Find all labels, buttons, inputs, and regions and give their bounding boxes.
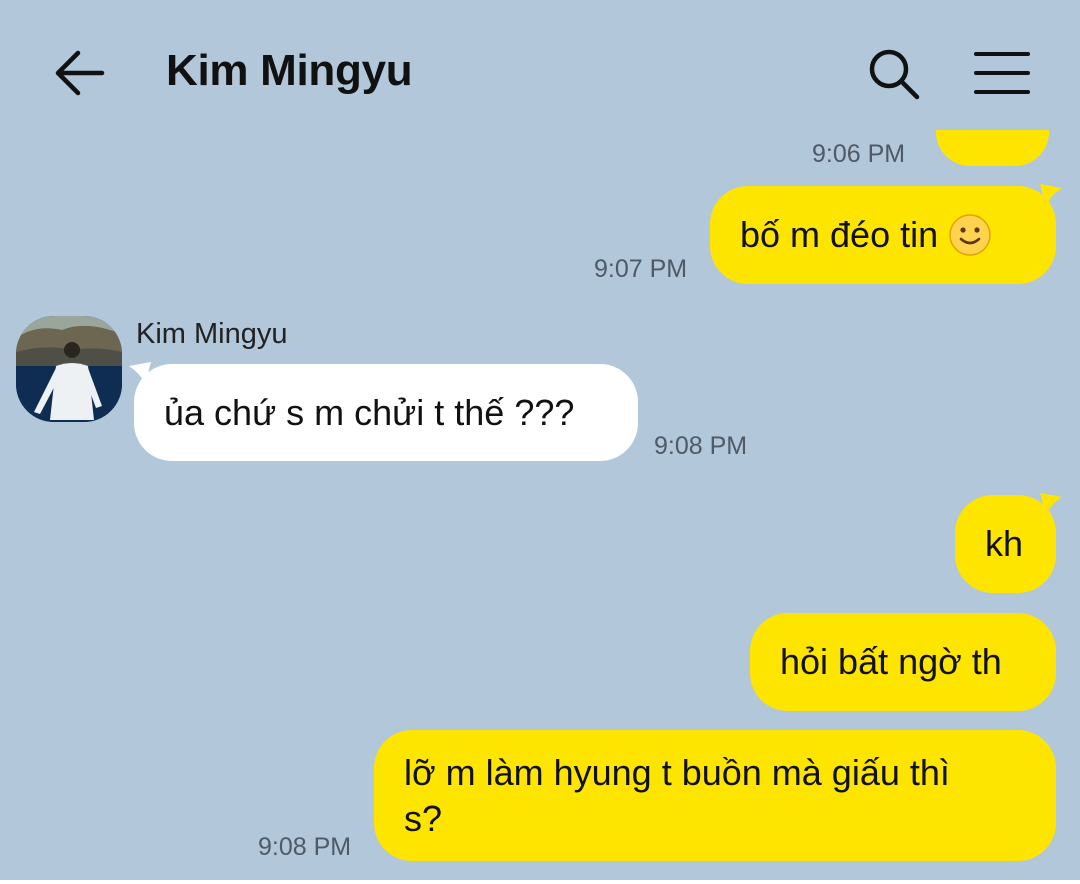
message-timestamp: 9:08 PM: [258, 833, 352, 861]
avatar-photo: [16, 316, 122, 422]
message-bubble-theirs[interactable]: ủa chứ s m chửi t thế ???: [134, 364, 638, 461]
bubble-tail: [129, 362, 151, 384]
back-arrow-icon[interactable]: [52, 48, 106, 98]
message-timestamp: 9:07 PM: [594, 255, 688, 283]
message-text: hỏi bất ngờ th: [780, 641, 1002, 682]
message-bubble-mine[interactable]: lỡ m làm hyung t buồn mà giấu thì s?: [374, 730, 1056, 861]
bubble-tail: [1040, 184, 1062, 206]
message-text-line: s?: [404, 797, 443, 839]
sender-name: Kim Mingyu: [136, 318, 288, 350]
bubble-tail: [1040, 493, 1062, 515]
avatar[interactable]: [16, 316, 122, 422]
chat-title: Kim Mingyu: [166, 46, 413, 95]
message-clipped: 9:06 PM: [0, 130, 1080, 170]
menu-icon[interactable]: [972, 50, 1032, 96]
chat-header: Kim Mingyu: [0, 0, 1080, 145]
message-bubble-mine[interactable]: [936, 130, 1049, 166]
message-timestamp: 9:06 PM: [812, 140, 906, 168]
search-icon[interactable]: [866, 46, 922, 102]
slightly-smiling-face-icon: [949, 214, 991, 256]
message-text: ủa chứ s m chửi t thế ???: [164, 391, 575, 433]
message-timestamp: 9:08 PM: [654, 432, 748, 460]
message-bubble-mine[interactable]: hỏi bất ngờ th: [750, 613, 1056, 711]
bottom-edge: [0, 880, 1080, 884]
message-text-line: lỡ m làm hyung t buồn mà giấu thì: [404, 751, 950, 793]
message-bubble-mine[interactable]: bố m đéo tin: [710, 186, 1056, 284]
message-text: bố m đéo tin: [740, 214, 939, 255]
message-text: kh: [985, 523, 1024, 564]
